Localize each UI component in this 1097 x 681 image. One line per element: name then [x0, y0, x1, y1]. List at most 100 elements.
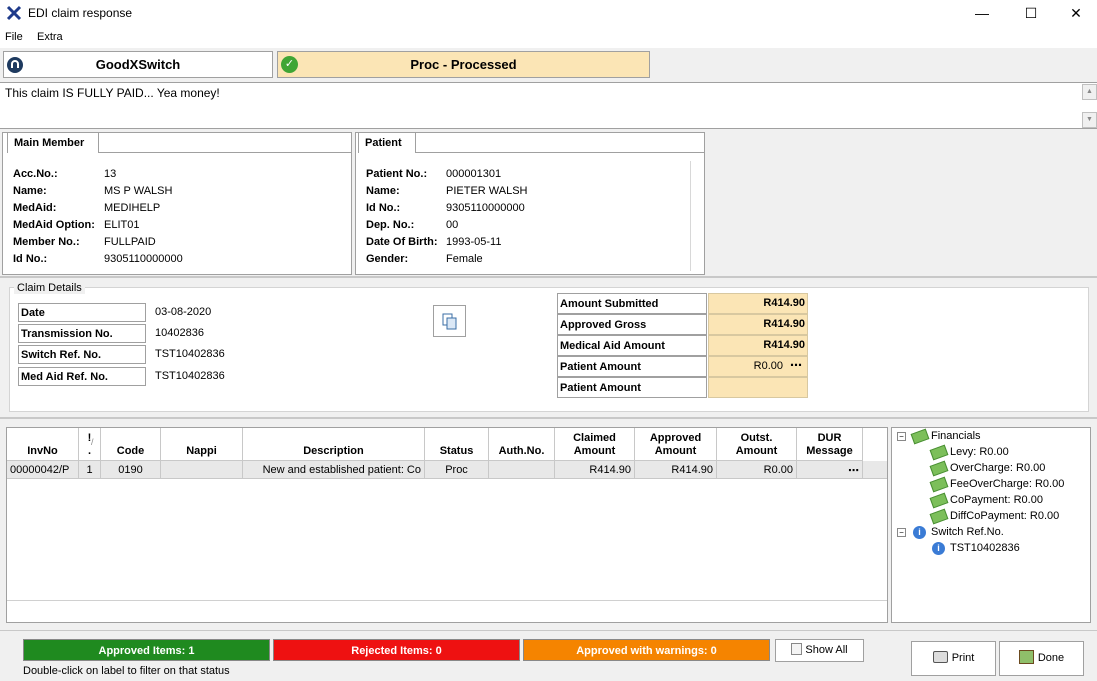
copy-icon [442, 313, 457, 330]
column-header-description[interactable]: Description [243, 428, 425, 461]
switch-icon [7, 57, 23, 73]
cell-invno[interactable]: 00000042/P [7, 461, 79, 479]
claim-lines-grid: InvNo ! . / Code Nappi Description Statu… [6, 427, 888, 623]
panel-separator [690, 161, 691, 271]
amount-value [708, 377, 808, 398]
patient-label: Name: [366, 185, 400, 197]
show-all-label: Show All [805, 644, 848, 656]
member-label: Member No.: [13, 236, 80, 248]
close-icon[interactable]: ✕ [1053, 0, 1097, 27]
member-value: MEDIHELP [104, 202, 161, 214]
column-header-invno[interactable]: InvNo [7, 428, 79, 461]
tab-patient[interactable]: Patient [358, 132, 416, 153]
column-header-outst-line1: Outst. [740, 432, 773, 444]
section-divider [0, 417, 1097, 419]
menu-bar: File Extra [0, 27, 1097, 48]
switch-label: GoodXSwitch [95, 57, 181, 72]
tree-switch-ref[interactable]: Switch Ref.No. [931, 526, 1004, 538]
patient-value: 9305110000000 [446, 202, 525, 214]
tab-divider [99, 152, 351, 153]
money-icon [929, 492, 949, 509]
check-icon: ✓ [281, 56, 298, 73]
amount-label: Approved Gross [557, 314, 707, 335]
rejected-items-button[interactable]: Rejected Items: 0 [273, 639, 520, 661]
approved-items-button[interactable]: Approved Items: 1 [23, 639, 270, 661]
cell-outst[interactable]: R0.00 [717, 461, 797, 479]
tree-item-levy[interactable]: Levy: R0.00 [950, 446, 1009, 458]
claim-field-label: Switch Ref. No. [18, 345, 146, 364]
menu-file[interactable]: File [5, 31, 23, 43]
money-icon [910, 428, 930, 445]
column-header-approved[interactable]: Approved Amount [635, 428, 717, 461]
patient-label: Patient No.: [366, 168, 428, 180]
tree-item-overcharge[interactable]: OverCharge: R0.00 [950, 462, 1045, 474]
scroll-up-icon[interactable]: ▲ [1082, 84, 1097, 100]
column-header-auth[interactable]: Auth.No. [489, 428, 555, 461]
column-header-claimed[interactable]: Claimed Amount [555, 428, 635, 461]
window-title: EDI claim response [28, 6, 133, 20]
amount-value: R414.90 [708, 314, 808, 335]
cell-approved[interactable]: R414.90 [635, 461, 717, 479]
print-icon [932, 651, 948, 663]
cell-seq[interactable]: 1 [79, 461, 101, 479]
cell-nappi[interactable] [161, 461, 243, 479]
amount-label: Patient Amount [557, 377, 707, 398]
column-header-code[interactable]: Code [101, 428, 161, 461]
member-label: Acc.No.: [13, 168, 58, 180]
member-value: 9305110000000 [104, 253, 183, 265]
maximize-icon[interactable]: ☐ [1008, 0, 1054, 27]
column-header-dur[interactable]: DUR Message [797, 428, 863, 461]
message-area: This claim IS FULLY PAID... Yea money! ▲… [0, 82, 1097, 129]
tree-financials[interactable]: Financials [931, 430, 981, 442]
patient-label: Id No.: [366, 202, 401, 214]
tree-item-diffcopayment[interactable]: DiffCoPayment: R0.00 [950, 510, 1059, 522]
cell-claimed[interactable]: R414.90 [555, 461, 635, 479]
cell-dur-ellipsis[interactable]: ⋯ [797, 461, 863, 479]
collapse-icon[interactable]: − [897, 528, 906, 537]
claim-field-label: Date [18, 303, 146, 322]
patient-panel: Patient Patient No.: 000001301 Name: PIE… [355, 132, 705, 275]
column-header-claimed-line2: Amount [573, 445, 616, 457]
member-value: FULLPAID [104, 236, 156, 248]
info-icon: i [932, 542, 945, 555]
patient-amount-ellipsis-button[interactable]: ⋯ [790, 358, 802, 372]
minimize-icon[interactable]: — [959, 0, 1005, 27]
patient-label: Dep. No.: [366, 219, 415, 231]
patient-value: PIETER WALSH [446, 185, 528, 197]
tree-switch-ref-value[interactable]: TST10402836 [950, 542, 1020, 554]
column-header-outst[interactable]: Outst. Amount [717, 428, 797, 461]
tree-item-feeovercharge[interactable]: FeeOverCharge: R0.00 [950, 478, 1064, 490]
tree-item-copayment[interactable]: CoPayment: R0.00 [950, 494, 1043, 506]
cell-status[interactable]: Proc [425, 461, 489, 479]
copy-button[interactable] [433, 305, 466, 337]
switch-status: GoodXSwitch [3, 51, 273, 78]
scroll-down-icon[interactable]: ▼ [1082, 112, 1097, 128]
column-header-dur-line2: Message [806, 445, 853, 457]
claim-field-label: Transmission No. [18, 324, 146, 343]
tab-divider [416, 152, 704, 153]
column-header-status[interactable]: Status [425, 428, 489, 461]
done-button[interactable]: Done [999, 641, 1084, 676]
proc-status: ✓ Proc - Processed [277, 51, 650, 78]
show-all-icon [791, 643, 803, 655]
cell-code[interactable]: 0190 [101, 461, 161, 479]
money-icon [929, 460, 949, 477]
cell-auth[interactable] [489, 461, 555, 479]
print-button[interactable]: Print [911, 641, 996, 676]
menu-extra[interactable]: Extra [37, 31, 63, 43]
show-all-button[interactable]: Show All [775, 639, 864, 662]
approved-warnings-button[interactable]: Approved with warnings: 0 [523, 639, 770, 661]
money-icon [929, 444, 949, 461]
tab-main-member[interactable]: Main Member [7, 132, 99, 153]
cell-description[interactable]: New and established patient: Co [243, 461, 425, 479]
done-label: Done [1037, 652, 1065, 664]
cell-filler [863, 461, 887, 479]
member-value: 13 [104, 168, 117, 180]
grid-scrollbar[interactable] [7, 600, 887, 601]
patient-label: Gender: [366, 253, 409, 265]
column-header-seq[interactable]: ! . [79, 428, 101, 461]
column-header-dur-line1: DUR [817, 432, 842, 444]
column-header-nappi[interactable]: Nappi [161, 428, 243, 461]
claim-field-value: TST10402836 [155, 348, 225, 360]
collapse-icon[interactable]: − [897, 432, 906, 441]
